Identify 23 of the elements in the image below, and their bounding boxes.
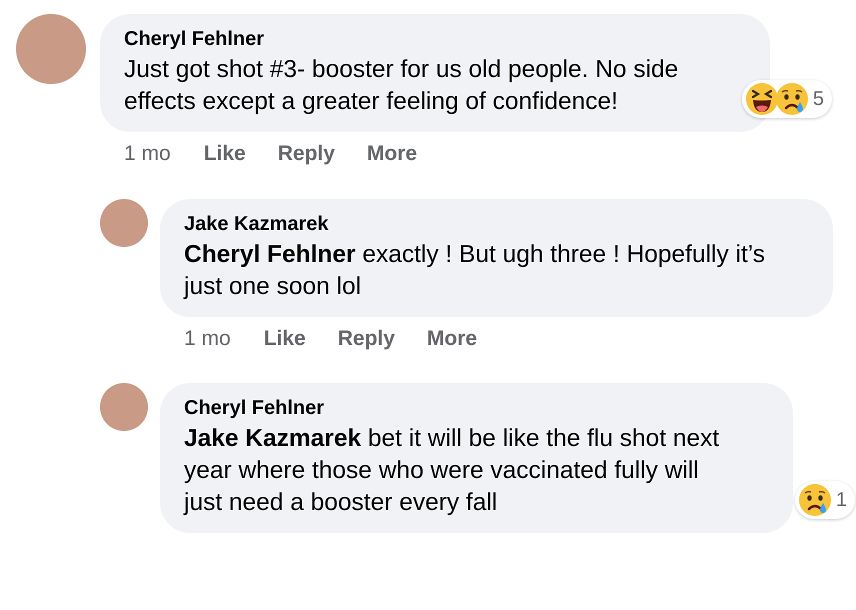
author-name[interactable]: Cheryl Fehlner	[124, 26, 708, 52]
reply-link[interactable]: Reply	[278, 142, 335, 166]
more-link[interactable]: More	[366, 142, 418, 166]
reaction-count: 5	[812, 88, 824, 110]
reaction-count: 1	[836, 488, 847, 512]
crying-face-icon	[774, 82, 809, 116]
avatar-photo-placeholder[interactable]	[100, 383, 148, 431]
like-link[interactable]: Like	[264, 327, 306, 351]
timestamp: 1 mo	[184, 327, 231, 351]
like-link[interactable]: Like	[204, 142, 246, 166]
comment-text: Cheryl Fehlner exactly ! But ugh three ! Hopefully it’s just one soon lol	[184, 240, 766, 302]
laughing-face-icon	[744, 82, 779, 116]
timestamp: 1 mo	[124, 142, 171, 166]
author-name[interactable]: Jake Kazmarek	[184, 211, 771, 237]
author-name[interactable]: Cheryl Fehlner	[184, 395, 731, 421]
reply-link[interactable]: Reply	[338, 327, 395, 351]
reaction-badge[interactable]: 1	[794, 481, 855, 519]
avatar-photo-placeholder[interactable]	[100, 199, 148, 247]
more-link[interactable]: More	[426, 327, 478, 351]
crying-face-icon	[798, 483, 832, 517]
comment-text: Just got shot #3- booster for us old people. No side effects except a greater feeling of confidence!	[124, 55, 680, 117]
comment-text: Jake Kazmarek bet it will be like the flu shot next year where those who were vaccinated fully will just need a booster every fall	[184, 424, 720, 518]
reaction-badge[interactable]: 5	[742, 80, 832, 118]
